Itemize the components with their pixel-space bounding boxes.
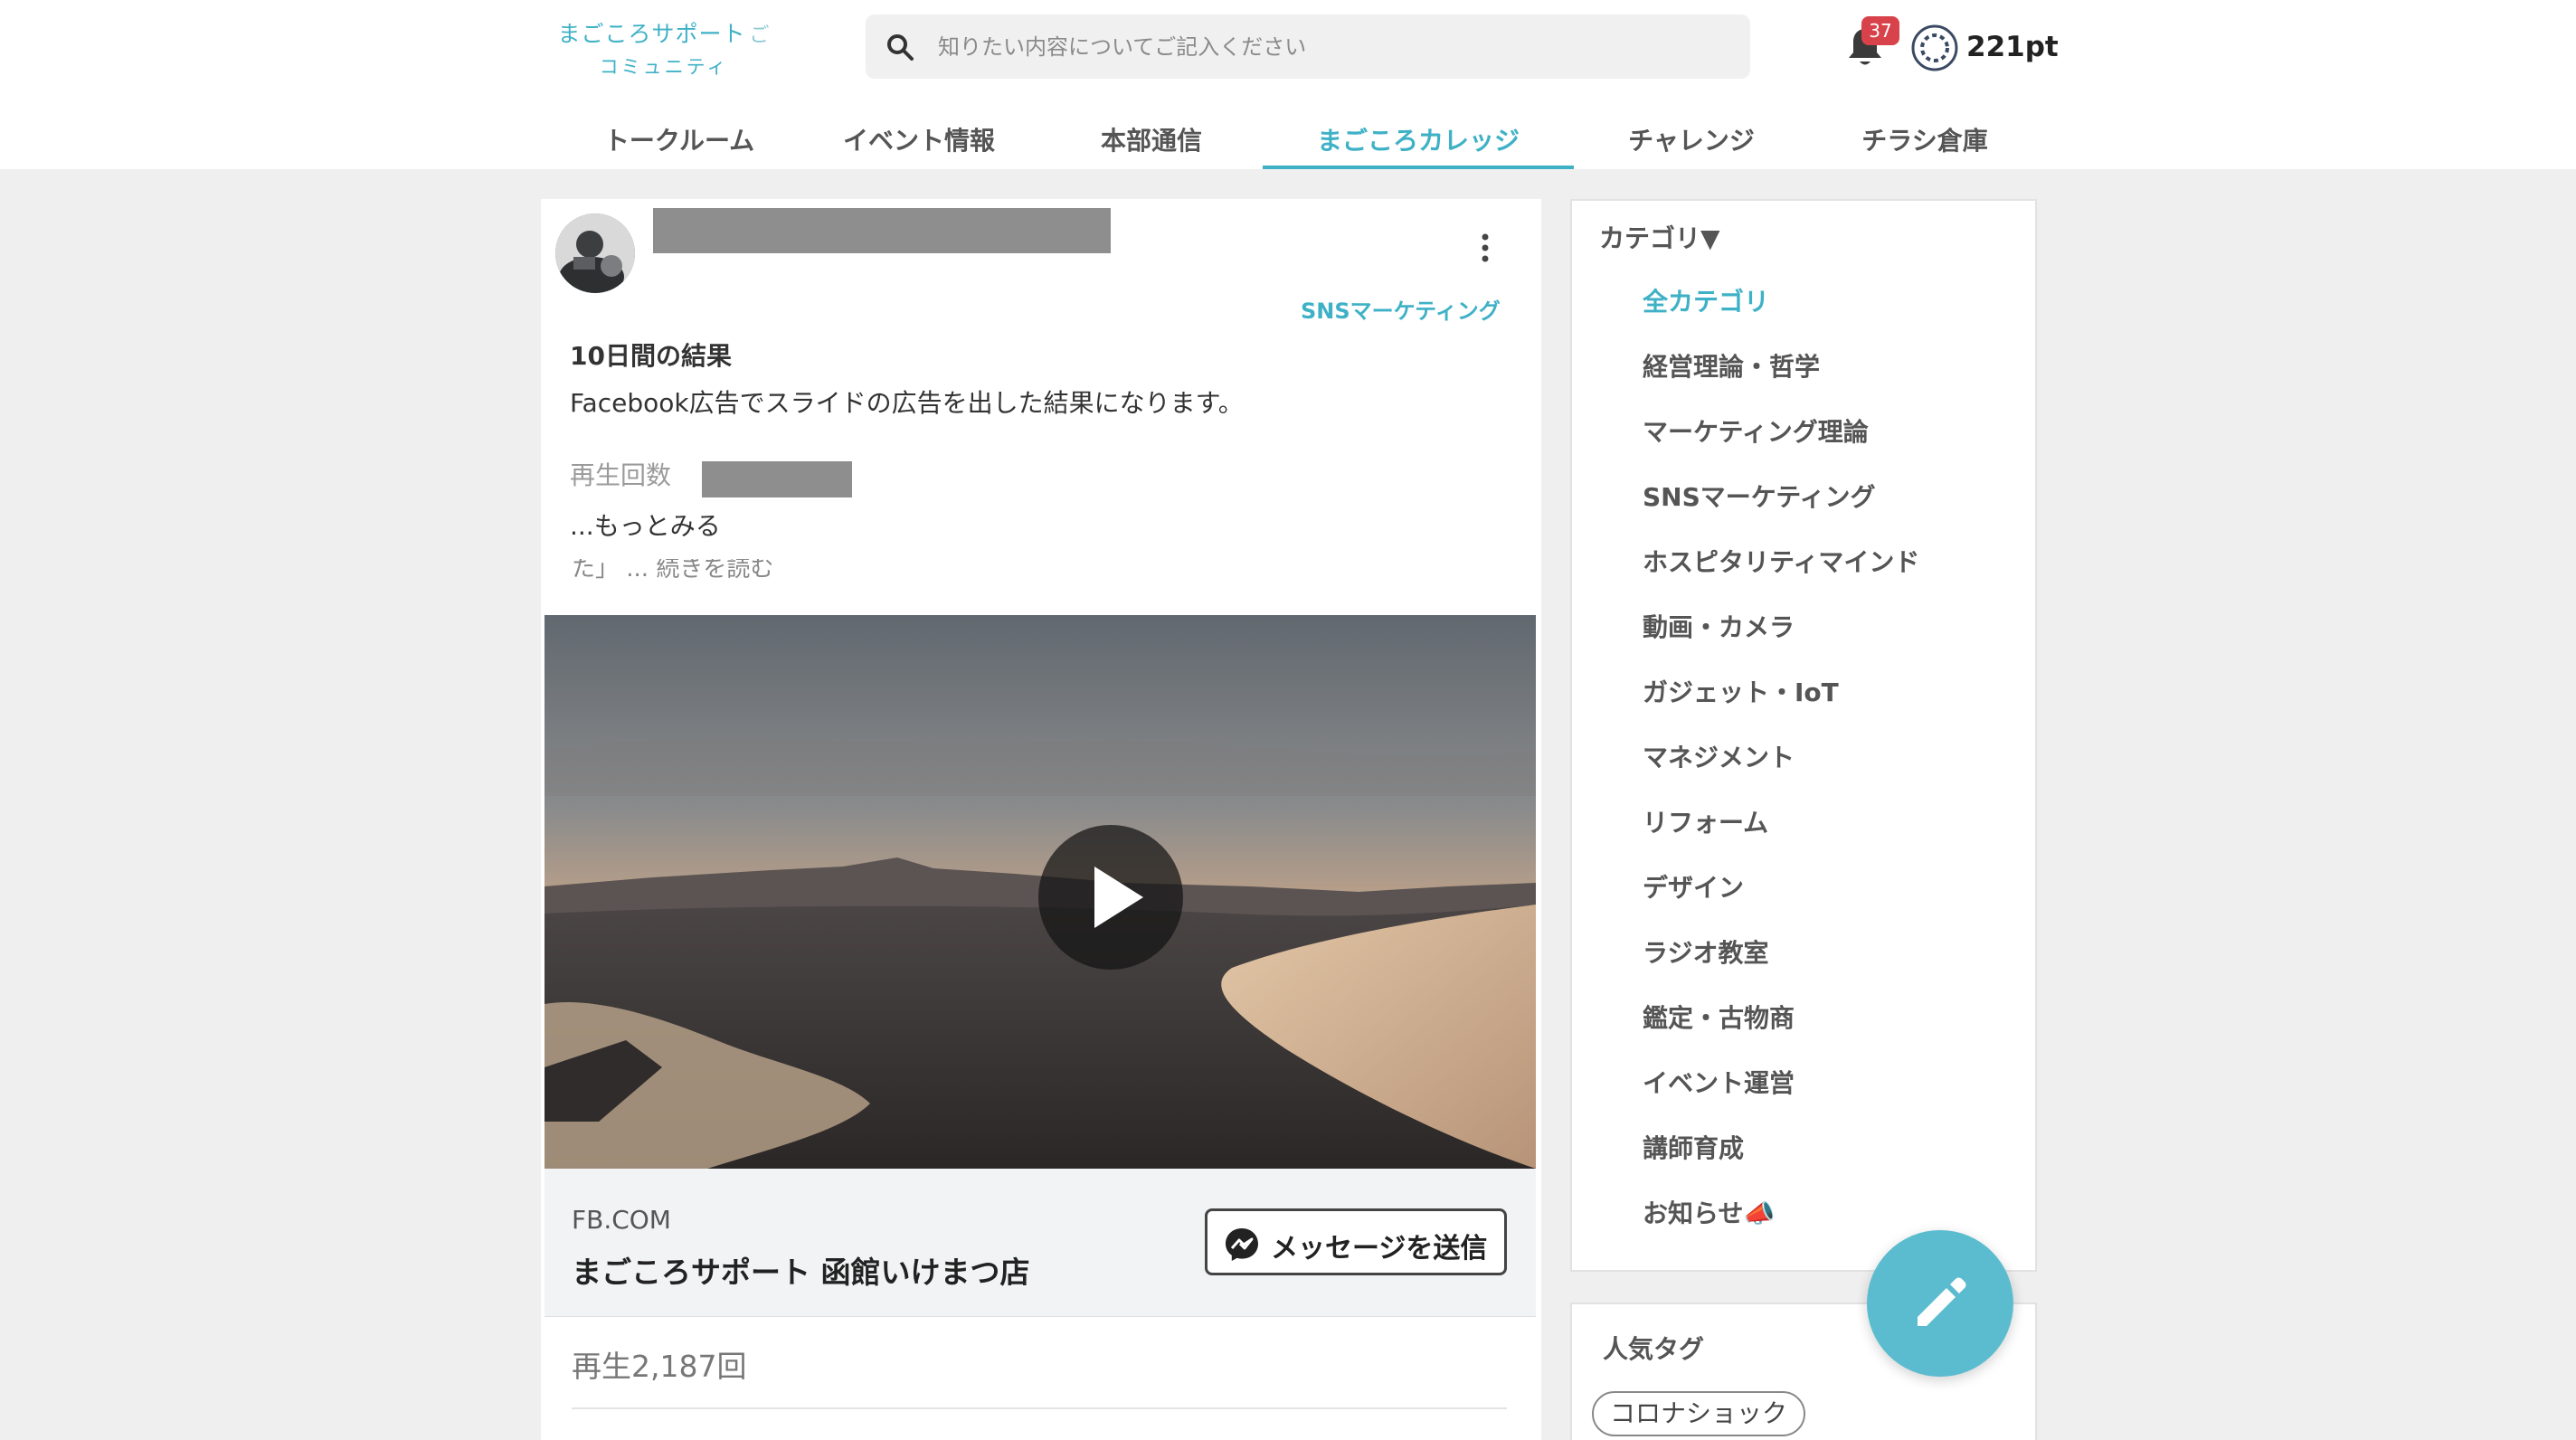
category-item-appraisal[interactable]: 鑑定・古物商: [1643, 1000, 2022, 1066]
ad-page-name: まごころサポート 函館いけまつ店: [572, 1255, 1030, 1290]
search-input[interactable]: [938, 14, 1734, 79]
play-button[interactable]: [1038, 825, 1183, 970]
post-category-label[interactable]: SNSマーケティング: [1301, 293, 1501, 325]
post-body: Facebook広告でスライドの広告を出した結果になります。: [570, 388, 1244, 418]
points-icon[interactable]: [1910, 24, 1959, 72]
category-sidebar: カテゴリ▼ 全カテゴリ 経営理論・哲学 マーケティング理論 SNSマーケティング…: [1570, 199, 2037, 1272]
kebab-menu-icon[interactable]: [1476, 230, 1494, 266]
brand-line1: まごころサポート: [557, 21, 746, 47]
compose-post-button[interactable]: [1867, 1230, 2013, 1377]
top-header: まごころサポートご コミュニティ 37 221pt トークルーム イベント情報 …: [0, 0, 2576, 169]
view-count: 再生2,187回: [572, 1349, 747, 1384]
post-title: 10日間の結果: [570, 341, 732, 371]
author-avatar[interactable]: [555, 213, 635, 293]
category-item-design[interactable]: デザイン: [1643, 870, 2022, 935]
clipped-text: た」 ... 続きを読む: [572, 559, 774, 579]
popular-tags-header: 人気タグ: [1603, 1334, 1705, 1364]
category-item-management-philosophy[interactable]: 経営理論・哲学: [1643, 349, 2022, 414]
category-item-video-camera[interactable]: 動画・カメラ: [1643, 610, 2022, 675]
brand-line2: コミュニティ: [599, 56, 729, 78]
category-item-marketing-theory[interactable]: マーケティング理論: [1643, 414, 2022, 479]
show-more-link[interactable]: ...もっとみる: [570, 507, 721, 543]
nav-tab-college[interactable]: まごころカレッジ: [1263, 113, 1574, 169]
main-nav: トークルーム イベント情報 本部通信 まごころカレッジ チャレンジ チラシ倉庫: [561, 113, 2041, 169]
ad-domain: FB.COM: [572, 1205, 671, 1235]
points-balance[interactable]: 221pt: [1966, 31, 2059, 63]
category-item-event-management[interactable]: イベント運営: [1643, 1066, 2022, 1131]
category-item-gadget-iot[interactable]: ガジェット・IoT: [1643, 675, 2022, 740]
nav-tab-challenge[interactable]: チャレンジ: [1574, 113, 1809, 169]
video-player[interactable]: [545, 615, 1536, 1169]
category-item-instructor-training[interactable]: 講師育成: [1643, 1131, 2022, 1196]
redacted-plays-value: [702, 461, 852, 497]
avatar-image: [555, 213, 635, 293]
send-message-button[interactable]: メッセージを送信: [1205, 1208, 1507, 1275]
nav-tab-events[interactable]: イベント情報: [798, 113, 1040, 169]
pencil-icon: [1918, 1277, 1966, 1326]
send-message-label: メッセージを送信: [1271, 1233, 1488, 1265]
category-item-management[interactable]: マネジメント: [1643, 740, 2022, 805]
messenger-icon: [1226, 1228, 1258, 1261]
brand-mark-icon: ご: [749, 24, 771, 47]
category-list: 全カテゴリ 経営理論・哲学 マーケティング理論 SNSマーケティング ホスピタリ…: [1643, 284, 2022, 1261]
ad-footer: FB.COM まごころサポート 函館いけまつ店 メッセージを送信: [545, 1169, 1536, 1317]
search-icon: [887, 34, 914, 61]
category-dropdown-toggle[interactable]: カテゴリ▼: [1599, 219, 1720, 255]
nav-tab-flyers[interactable]: チラシ倉庫: [1809, 113, 2041, 169]
search-bar[interactable]: [866, 14, 1750, 79]
post-card: SNSマーケティング 10日間の結果 Facebook広告でスライドの広告を出し…: [541, 199, 1541, 1440]
category-item-all[interactable]: 全カテゴリ: [1643, 284, 2022, 349]
category-item-hospitality[interactable]: ホスピタリティマインド: [1643, 545, 2022, 610]
plays-label: 再生回数: [570, 460, 672, 490]
category-item-sns-marketing[interactable]: SNSマーケティング: [1643, 479, 2022, 545]
notification-badge: 37: [1861, 16, 1899, 45]
nav-tab-hq-news[interactable]: 本部通信: [1040, 113, 1263, 169]
post-divider: [572, 1407, 1507, 1409]
nav-tab-talkroom[interactable]: トークルーム: [561, 113, 798, 169]
brand-logo[interactable]: まごころサポートご コミュニティ: [555, 16, 772, 80]
tag-chip[interactable]: コロナショック: [1592, 1391, 1806, 1436]
play-icon: [1094, 867, 1143, 928]
category-item-reform[interactable]: リフォーム: [1643, 805, 2022, 870]
category-item-radio-class[interactable]: ラジオ教室: [1643, 935, 2022, 1000]
redacted-author-name: [653, 208, 1111, 253]
